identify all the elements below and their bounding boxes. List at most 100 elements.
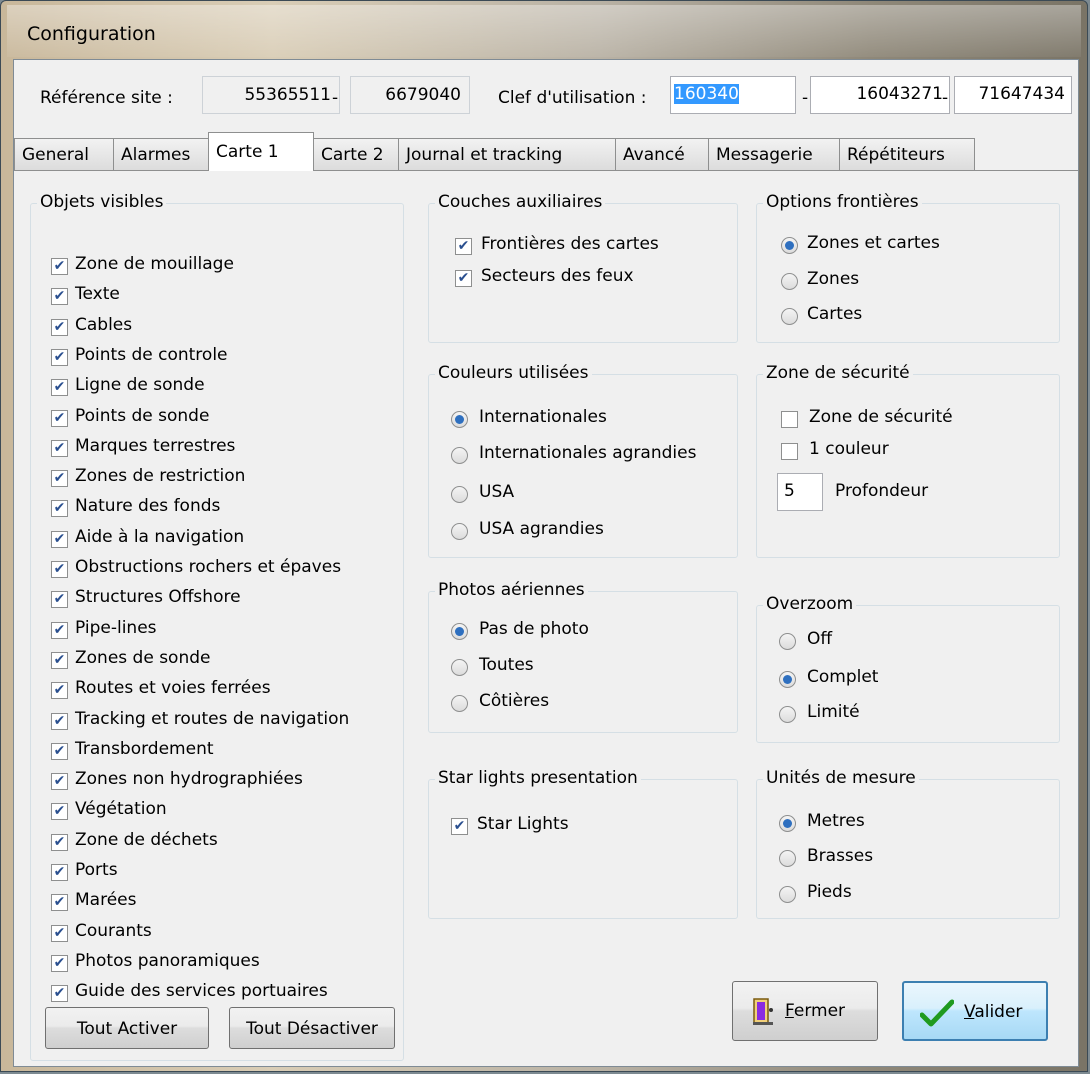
visible-object-checkbox[interactable]: ✔	[51, 894, 68, 912]
frontieres-checkbox[interactable]: ✔	[455, 238, 472, 255]
radio-zones[interactable]	[781, 273, 798, 290]
visible-object-checkbox[interactable]: ✔	[51, 712, 68, 730]
secteurs-checkbox[interactable]: ✔	[455, 270, 472, 287]
radio-zones-et-cartes[interactable]	[781, 237, 798, 254]
visible-object-checkbox[interactable]: ✔	[51, 348, 68, 366]
door-exit-icon	[753, 998, 773, 1025]
zones-label: Zones	[807, 269, 860, 289]
radio-cartes[interactable]	[781, 308, 798, 325]
aerial-photos-group: Photos aériennes Pas de photo Toutes Côt…	[428, 580, 738, 733]
visible-object-checkbox[interactable]: ✔	[51, 833, 68, 851]
star-lights-checkbox[interactable]: ✔	[451, 818, 468, 835]
visible-object-checkbox[interactable]: ✔	[51, 954, 68, 972]
visible-object-checkbox[interactable]: ✔	[51, 439, 68, 457]
visible-object-label: Transbordement	[75, 738, 214, 759]
visible-object-checkbox[interactable]: ✔	[51, 318, 68, 336]
visible-object-label: Zones de sonde	[75, 647, 211, 668]
visible-object-checkbox[interactable]: ✔	[51, 773, 68, 791]
visible-object-label: Guide des services portuaires	[75, 981, 328, 1002]
tab-carte-2[interactable]: Carte 2	[313, 138, 399, 170]
radio-internationales-agrandies[interactable]	[451, 447, 468, 464]
visible-object-label: Cables	[75, 314, 133, 335]
visible-object-label: Points de sonde	[75, 405, 210, 426]
radio-off[interactable]	[779, 633, 796, 650]
visible-object-label: Structures Offshore	[75, 587, 241, 608]
usage-key-label: Clef d'utilisation :	[498, 88, 647, 108]
depth-label: Profondeur	[835, 481, 929, 501]
limite-label: Limité	[807, 702, 860, 722]
visible-object-label: Texte	[75, 284, 120, 305]
visible-object-checkbox[interactable]: ✔	[51, 621, 68, 639]
validate-button[interactable]: Valider	[902, 981, 1048, 1041]
visible-object-label: Zones non hydrographiées	[75, 769, 303, 790]
visible-object-checkbox[interactable]: ✔	[51, 409, 68, 427]
units-title: Unités de mesure	[763, 768, 919, 788]
close-button[interactable]: Fermer	[732, 981, 878, 1041]
tab-general[interactable]: General	[14, 138, 114, 170]
overzoom-group: Overzoom Off Complet Limité	[756, 594, 1060, 743]
disable-all-button[interactable]: Tout Désactiver	[229, 1007, 395, 1049]
radio-limite[interactable]	[779, 706, 796, 723]
carte-1-panel: Objets visibles ✔ Zone de mouillage ✔ Texte…	[14, 170, 1078, 1066]
enable-all-button[interactable]: Tout Activer	[45, 1007, 209, 1049]
radio-pieds[interactable]	[779, 886, 796, 903]
internationales-label: Internationales	[479, 407, 607, 427]
tab-avance[interactable]: Avancé	[615, 138, 709, 170]
visible-object-checkbox[interactable]: ✔	[51, 985, 68, 1003]
radio-metres[interactable]	[779, 815, 796, 832]
usa-agrandies-label: USA agrandies	[479, 519, 604, 539]
visible-object-checkbox[interactable]: ✔	[51, 561, 68, 578]
star-lights-title: Star lights presentation	[435, 768, 641, 788]
usage-key-field-3[interactable]: 71647434	[954, 76, 1072, 114]
visible-object-label: Végétation	[75, 799, 167, 820]
dialog-client: Référence site : 55365511 - 6679040 Clef…	[13, 59, 1079, 1067]
visible-object-checkbox[interactable]: ✔	[51, 288, 68, 306]
usage-key-field-1[interactable]: 160340	[670, 76, 796, 114]
visible-object-label: Zone de mouillage	[75, 254, 234, 274]
visible-object-checkbox[interactable]: ✔	[51, 379, 68, 397]
visible-object-checkbox[interactable]: ✔	[51, 470, 68, 488]
validate-label: Valider	[964, 1002, 1023, 1022]
visible-object-checkbox[interactable]: ✔	[51, 530, 68, 548]
tab-alarmes[interactable]: Alarmes	[113, 138, 209, 170]
aerial-photos-title: Photos aériennes	[435, 580, 588, 600]
tab-messagerie[interactable]: Messagerie	[708, 138, 840, 170]
radio-cotieres[interactable]	[451, 695, 468, 712]
visible-object-label: Points de controle	[75, 344, 228, 365]
radio-internationales[interactable]	[451, 411, 468, 428]
visible-object-checkbox[interactable]: ✔	[51, 924, 68, 942]
usage-key-separator-2: -	[942, 88, 949, 108]
visible-object-checkbox[interactable]: ✔	[51, 591, 68, 609]
visible-object-label: Ligne de sonde	[75, 375, 205, 396]
title-bar[interactable]: Configuration	[7, 5, 1081, 57]
depth-input[interactable]: 5	[777, 473, 823, 511]
visible-object-checkbox[interactable]: ✔	[51, 803, 68, 821]
visible-object-label: Tracking et routes de navigation	[75, 708, 350, 729]
visible-object-checkbox[interactable]: ✔	[51, 500, 68, 518]
radio-complet[interactable]	[779, 671, 796, 688]
visible-object-checkbox[interactable]: ✔	[51, 651, 68, 669]
border-options-group: Options frontières Zones et cartes Zones…	[756, 192, 1060, 343]
safety-zone-checkbox[interactable]	[781, 411, 798, 428]
pieds-label: Pieds	[807, 882, 852, 902]
radio-usa-agrandies[interactable]	[451, 523, 468, 540]
radio-brasses[interactable]	[779, 850, 796, 867]
secteurs-label: Secteurs des feux	[481, 266, 634, 286]
radio-pas-de-photo[interactable]	[451, 623, 468, 640]
visible-object-checkbox[interactable]: ✔	[51, 682, 68, 700]
tab-repetiteurs[interactable]: Répétiteurs	[839, 138, 975, 170]
visible-object-label: Ports	[75, 860, 118, 880]
tab-journal-tracking[interactable]: Journal et tracking	[398, 138, 616, 170]
radio-usa[interactable]	[451, 486, 468, 503]
usage-key-field-2[interactable]: 16043271	[810, 76, 950, 114]
tab-carte-1[interactable]: Carte 1	[208, 132, 314, 171]
one-color-checkbox[interactable]	[781, 443, 798, 460]
checkmark-icon	[920, 999, 954, 1027]
window-title: Configuration	[27, 23, 156, 45]
units-group: Unités de mesure Metres Brasses Pieds	[756, 768, 1060, 919]
star-lights-label: Star Lights	[477, 814, 569, 834]
visible-object-checkbox[interactable]: ✔	[51, 864, 68, 881]
visible-object-checkbox[interactable]: ✔	[51, 742, 68, 760]
radio-toutes[interactable]	[451, 659, 468, 676]
visible-object-checkbox[interactable]: ✔	[51, 258, 68, 275]
